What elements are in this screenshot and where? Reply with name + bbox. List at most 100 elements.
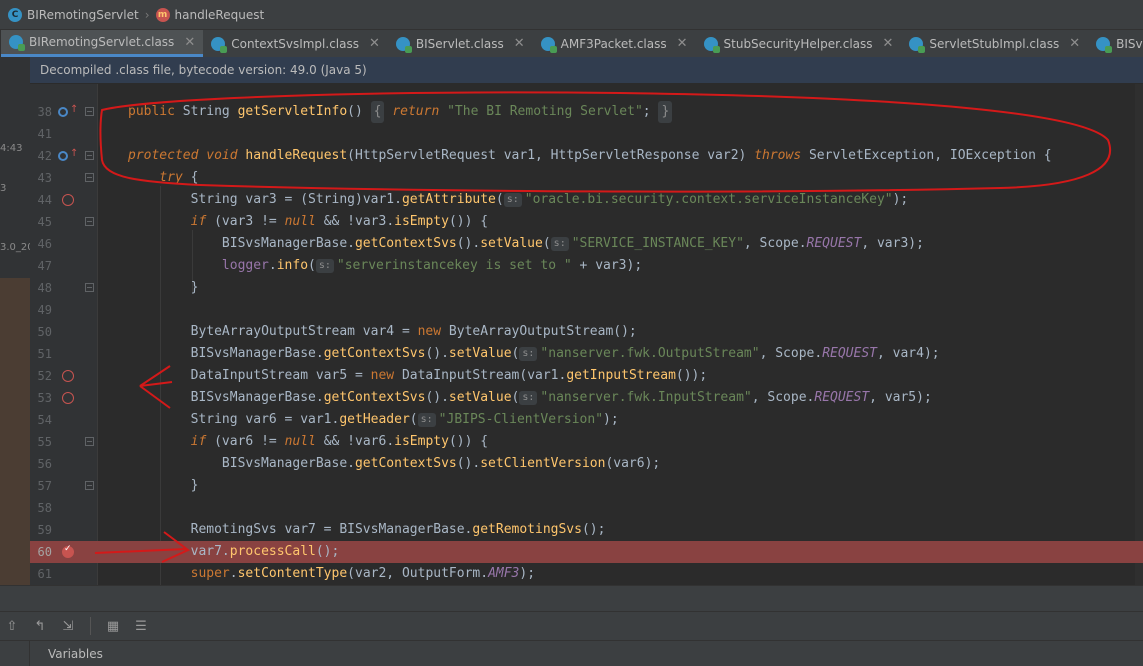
code-text: logger.info(s: "serverinstancekey is set … xyxy=(221,258,643,273)
line-number: 53 xyxy=(37,391,52,405)
tab-label: BISvsProxy.class xyxy=(1116,36,1143,51)
code-text: BISvsManagerBase.getContextSvs().setValu… xyxy=(221,236,924,251)
breadcrumb-method[interactable]: m handleRequest xyxy=(155,0,264,30)
fold-icon[interactable] xyxy=(85,481,94,490)
code-line: 53 BISvsManagerBase.getContextSvs().setV… xyxy=(30,387,1143,409)
line-number: 58 xyxy=(37,501,52,515)
code-text: try { xyxy=(159,170,199,185)
method-icon: m xyxy=(155,7,170,22)
code-text: if (var6 != null && !var6.isEmpty()) { xyxy=(190,434,489,449)
line-number: 38 xyxy=(37,105,52,119)
code-line: 50 ByteArrayOutputStream var4 = new Byte… xyxy=(30,321,1143,343)
code-text: String var3 = (String)var1.getAttribute(… xyxy=(190,192,909,207)
fold-icon[interactable] xyxy=(85,107,94,116)
close-icon[interactable]: ✕ xyxy=(677,36,688,51)
code-line: 58 xyxy=(30,497,1143,519)
editor-tab-bar: BIRemotingServlet.class ✕ ContextSvsImpl… xyxy=(0,30,1143,57)
code-line: 38 ↑ public String getServletInfo() { re… xyxy=(30,101,1143,123)
code-text: BISvsManagerBase.getContextSvs().setClie… xyxy=(221,456,661,471)
line-number: 49 xyxy=(37,303,52,317)
step-out-icon[interactable]: ⇧ xyxy=(2,616,22,636)
tab-contextsvsimpl[interactable]: ContextSvsImpl.class ✕ xyxy=(203,30,388,57)
code-text: DataInputStream var5 = new DataInputStre… xyxy=(190,368,708,383)
arrow-up-icon: ↑ xyxy=(70,104,79,115)
code-editor[interactable]: 38 ↑ public String getServletInfo() { re… xyxy=(30,84,1143,585)
tab-stubsecurityhelper[interactable]: StubSecurityHelper.class ✕ xyxy=(696,30,902,57)
class-file-icon xyxy=(1096,36,1113,53)
tab-label: AMF3Packet.class xyxy=(560,36,667,51)
breakpoint-icon[interactable] xyxy=(62,194,74,206)
tab-birremotingservlet[interactable]: BIRemotingServlet.class ✕ xyxy=(1,30,204,57)
trace-icon[interactable]: ☰ xyxy=(131,616,151,636)
code-text: var7.processCall(); xyxy=(190,544,340,559)
time-fragment: 4:43 xyxy=(0,143,23,154)
left-tool-strip: 4:43 3 3.0_20 xyxy=(0,57,30,585)
fold-icon[interactable] xyxy=(85,173,94,182)
line-number: 44 xyxy=(37,193,52,207)
code-text: } xyxy=(190,478,199,493)
line-number: 42 xyxy=(37,149,52,163)
close-icon[interactable]: ✕ xyxy=(369,36,380,51)
code-text: ByteArrayOutputStream var4 = new ByteArr… xyxy=(190,324,637,339)
line-number: 50 xyxy=(37,325,52,339)
banner-text: Decompiled .class file, bytecode version… xyxy=(40,63,367,77)
fold-icon[interactable] xyxy=(85,437,94,446)
line-number: 59 xyxy=(37,523,52,537)
class-file-icon xyxy=(9,35,25,51)
code-line: 42 ↑ protected void handleRequest(HttpSe… xyxy=(30,145,1143,167)
bottom-divider-bar xyxy=(0,585,1143,611)
tab-label: StubSecurityHelper.class xyxy=(723,36,873,51)
variables-panel-header: Variables xyxy=(0,640,1143,666)
line-number: 61 xyxy=(37,567,52,581)
code-line: 51 BISvsManagerBase.getContextSvs().setV… xyxy=(30,343,1143,365)
code-text: if (var3 != null && !var3.isEmpty()) { xyxy=(190,214,489,229)
breakpoint-icon[interactable] xyxy=(62,370,74,382)
drop-frame-icon[interactable]: ↰ xyxy=(30,616,50,636)
structure-toggle-icon[interactable] xyxy=(0,30,22,57)
tab-bisvsproxy[interactable]: BISvsProxy.class ✕ xyxy=(1088,30,1143,57)
arrow-up-icon: ↑ xyxy=(70,148,79,159)
override-icon[interactable] xyxy=(58,107,68,117)
decompiled-banner: Decompiled .class file, bytecode version… xyxy=(30,57,1143,84)
digit-fragment: 3 xyxy=(0,183,7,194)
code-line: 56 BISvsManagerBase.getContextSvs().setC… xyxy=(30,453,1143,475)
close-icon[interactable]: ✕ xyxy=(184,35,195,50)
debugger-toolbar: ⇧ ↰ ⇲ ▦ ☰ xyxy=(0,611,1143,640)
selected-frame-background xyxy=(0,278,30,585)
fold-icon[interactable] xyxy=(85,151,94,160)
close-icon[interactable]: ✕ xyxy=(514,36,525,51)
fold-icon[interactable] xyxy=(85,283,94,292)
tab-label: ContextSvsImpl.class xyxy=(231,36,359,51)
code-text: super.setContentType(var2, OutputForm.AM… xyxy=(190,566,536,581)
code-line: 44 String var3 = (String)var1.getAttribu… xyxy=(30,189,1143,211)
code-line: 61 super.setContentType(var2, OutputForm… xyxy=(30,563,1143,585)
tab-servletstubimpl[interactable]: ServletStubImpl.class ✕ xyxy=(901,30,1088,57)
line-number: 57 xyxy=(37,479,52,493)
class-file-icon xyxy=(395,36,412,53)
line-number: 60 xyxy=(37,545,52,559)
code-text: } xyxy=(190,280,199,295)
breadcrumb-class[interactable]: C BIRemotingServlet xyxy=(8,0,139,30)
line-number: 55 xyxy=(37,435,52,449)
line-number: 45 xyxy=(37,215,52,229)
close-icon[interactable]: ✕ xyxy=(883,36,894,51)
run-to-cursor-icon[interactable]: ⇲ xyxy=(58,616,78,636)
fold-icon[interactable] xyxy=(85,217,94,226)
tab-biservlet[interactable]: BIServlet.class ✕ xyxy=(388,30,533,57)
class-file-icon xyxy=(211,36,228,53)
tab-label: BIRemotingServlet.class xyxy=(29,35,175,49)
evaluate-expression-icon[interactable]: ▦ xyxy=(103,616,123,636)
code-line: 46 BISvsManagerBase.getContextSvs().setV… xyxy=(30,233,1143,255)
code-line: 59 RemotingSvs var7 = BISvsManagerBase.g… xyxy=(30,519,1143,541)
close-icon[interactable]: ✕ xyxy=(1069,36,1080,51)
code-line: 57 } xyxy=(30,475,1143,497)
breadcrumb-separator-icon: › xyxy=(144,7,150,22)
tab-amf3packet[interactable]: AMF3Packet.class ✕ xyxy=(533,30,696,57)
code-text: protected void handleRequest(HttpServlet… xyxy=(128,148,1052,163)
code-line: 54 String var6 = var1.getHeader(s: "JBIPS… xyxy=(30,409,1143,431)
breakpoint-hit-icon[interactable] xyxy=(62,544,74,558)
line-number: 47 xyxy=(37,259,52,273)
override-icon[interactable] xyxy=(58,151,68,161)
version-fragment: 3.0_20 xyxy=(0,242,30,253)
breakpoint-icon[interactable] xyxy=(62,392,74,404)
